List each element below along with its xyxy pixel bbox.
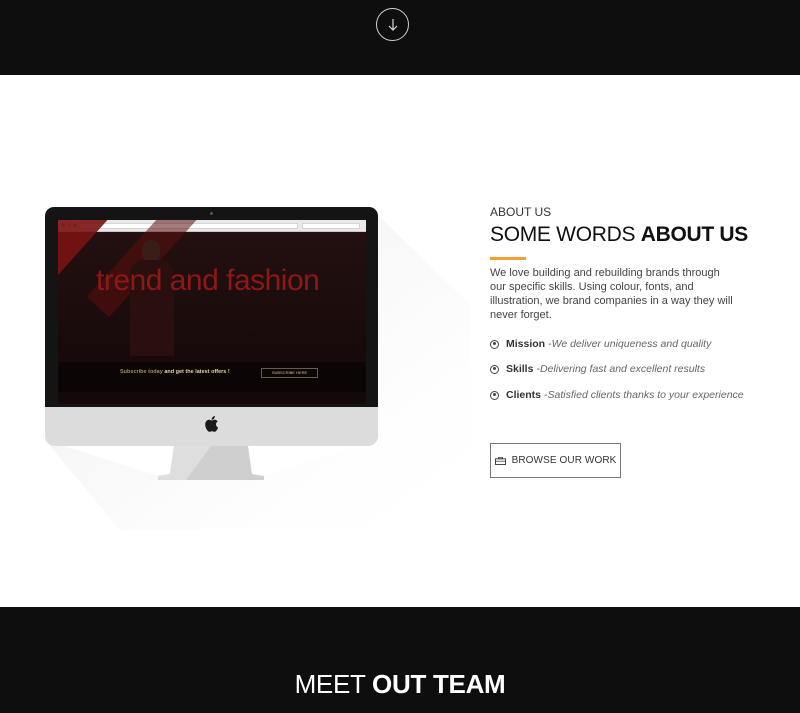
team-heading: MEET OUT TEAM bbox=[294, 669, 506, 699]
intro-paragraph: We love building and rebuilding brands t… bbox=[490, 267, 733, 321]
browse-button-label: BROWSE OUR WORK bbox=[511, 455, 617, 466]
subscribe-text: Subscribe today and get the latest offer… bbox=[120, 369, 230, 375]
about-section: trend and fashion Subscribe today and ge… bbox=[0, 75, 800, 607]
list-item: Clients - Satisfied clients thanks to yo… bbox=[490, 389, 744, 401]
scroll-down-button[interactable] bbox=[376, 8, 409, 41]
browser-search bbox=[302, 223, 360, 229]
camera-dot bbox=[210, 212, 213, 215]
target-icon bbox=[490, 390, 499, 400]
browse-our-work-button[interactable]: BROWSE OUR WORK bbox=[490, 443, 621, 478]
arrow-down-icon bbox=[388, 18, 397, 31]
list-item: Skills - Delivering fast and excellent r… bbox=[490, 363, 705, 375]
imac-frame: trend and fashion Subscribe today and ge… bbox=[45, 207, 378, 407]
target-icon bbox=[490, 364, 499, 374]
imac-screen: trend and fashion Subscribe today and ge… bbox=[58, 220, 366, 404]
team-section: MEET OUT TEAM bbox=[0, 607, 800, 713]
hero-title: trend and fashion bbox=[96, 264, 320, 297]
apple-logo-icon bbox=[205, 416, 219, 432]
subscribe-band bbox=[58, 362, 366, 392]
accent-divider bbox=[490, 257, 526, 260]
subscribe-button: SUBSCRIBE HERE bbox=[261, 368, 318, 378]
briefcase-icon bbox=[494, 456, 506, 465]
section-heading: SOME WORDS ABOUT US bbox=[490, 223, 748, 246]
imac-stand bbox=[158, 446, 264, 480]
section-eyebrow: ABOUT US bbox=[490, 205, 552, 219]
top-band bbox=[0, 0, 800, 75]
target-icon bbox=[490, 339, 499, 349]
list-item: Mission - We deliver uniqueness and qual… bbox=[490, 338, 711, 350]
